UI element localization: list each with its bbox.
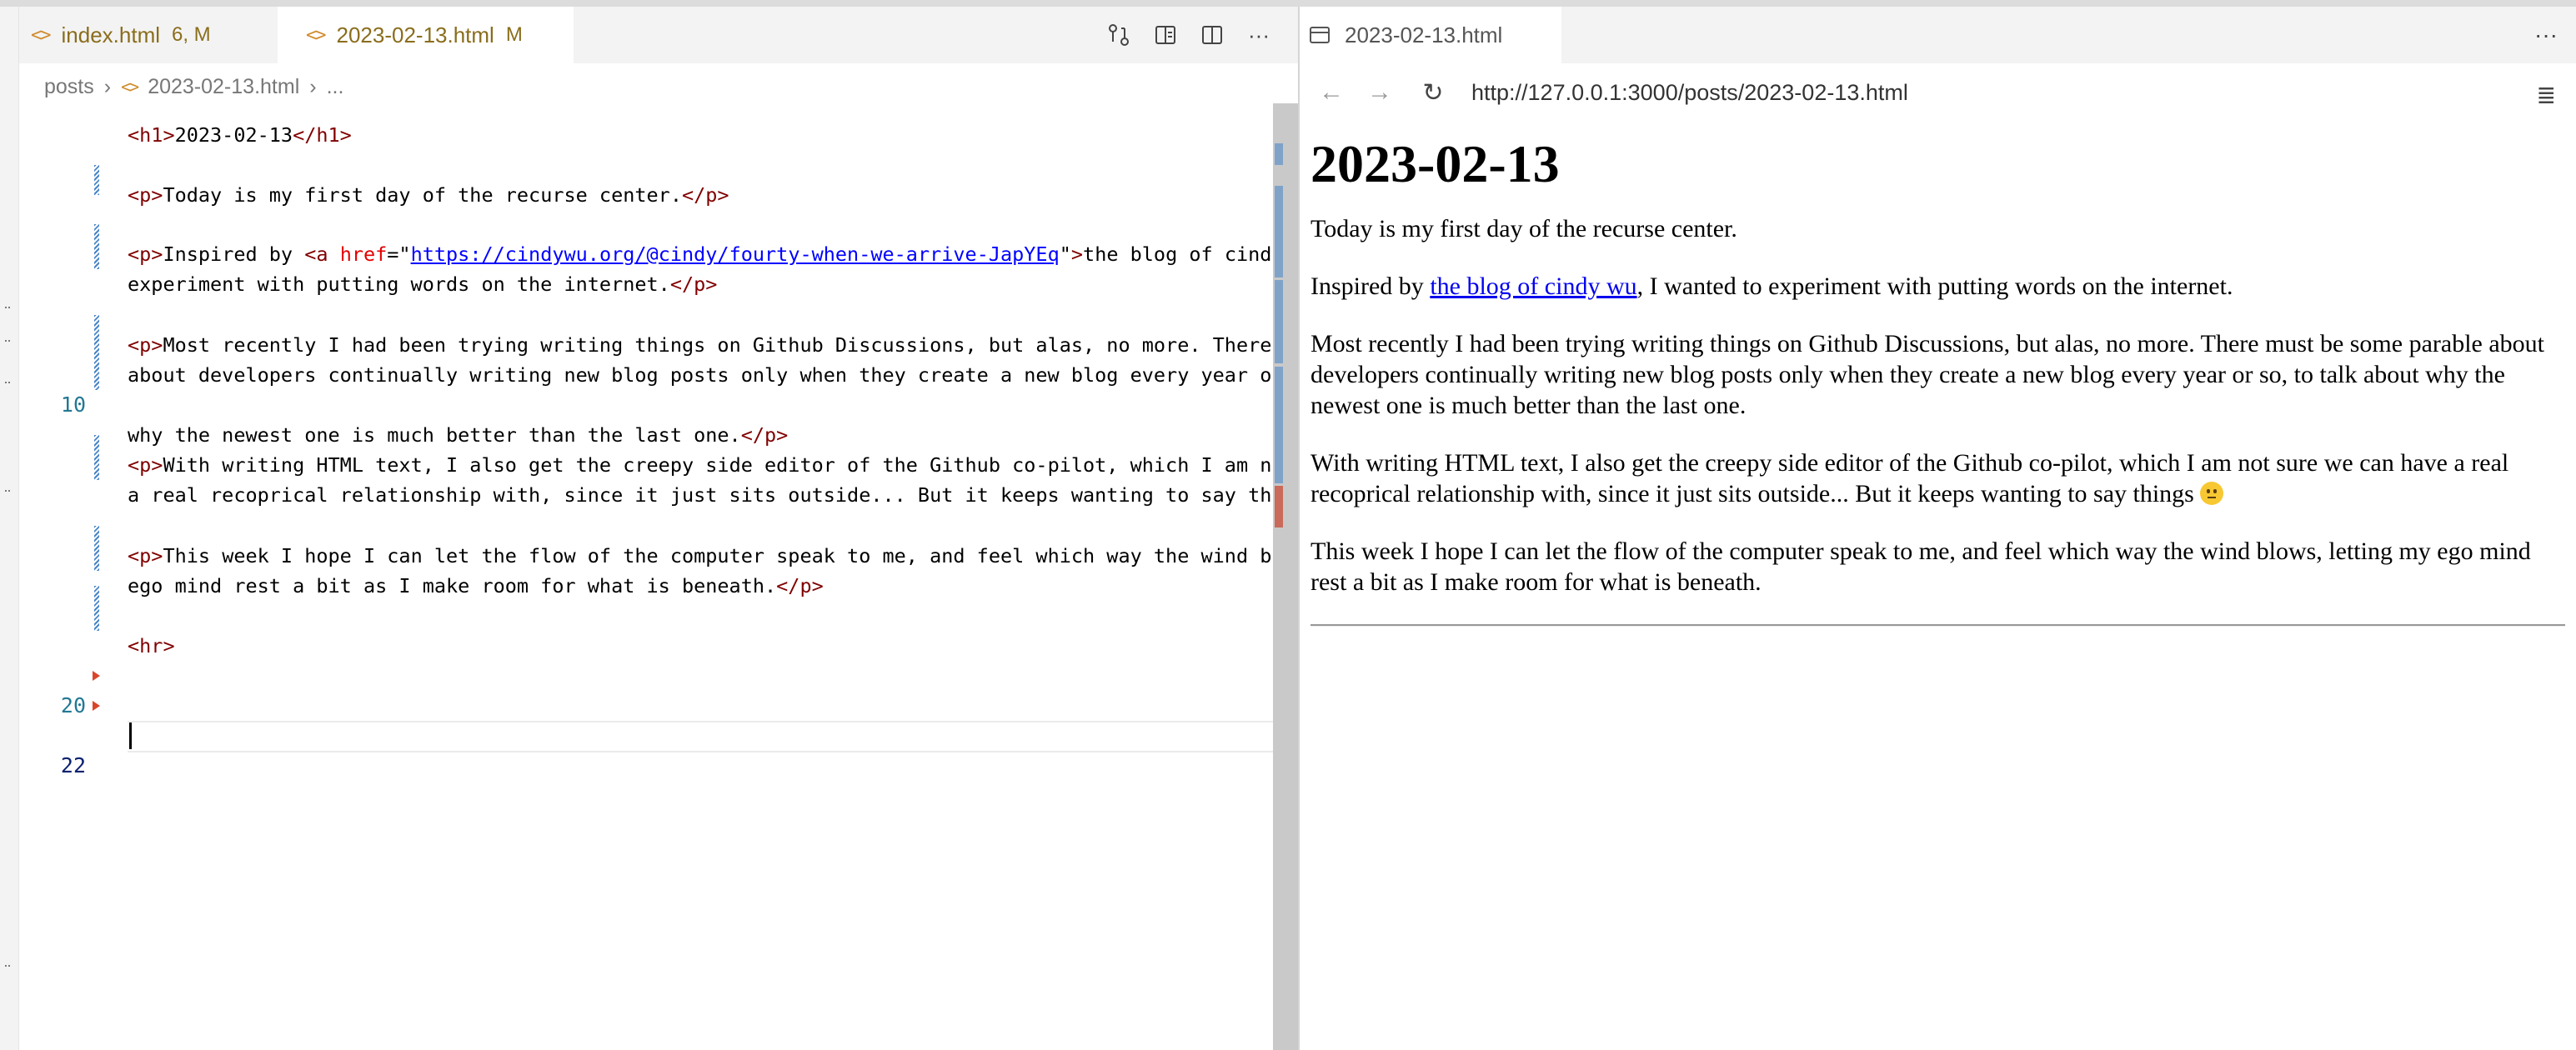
address-bar[interactable]: http://127.0.0.1:3000/posts/2023-02-13.h… <box>1471 80 1908 106</box>
code-line: <p>Today is my first day of the recurse … <box>128 183 729 207</box>
paragraph: Most recently I had been trying writing … <box>1311 330 2545 419</box>
tab-preview[interactable]: 2023-02-13.html <box>1300 7 1561 63</box>
code-line: <p>With writing HTML text, I also get th… <box>128 453 1272 477</box>
browser-preview-pane: 2023-02-13.html ··· ← → ↻ http://127.0.0… <box>1298 7 2576 1050</box>
refresh-icon[interactable]: ↻ <box>1416 76 1450 109</box>
modified-line-marker <box>94 586 99 631</box>
line-number: 20 <box>60 693 86 718</box>
tab-status: M <box>505 23 523 46</box>
code-line: <p>Inspired by <a href="https://cindywu.… <box>128 242 1272 266</box>
editor-tab-bar: <> index.html 6, M <> 2023-02-13.html M … <box>19 7 1298 63</box>
modified-line-marker <box>94 224 99 269</box>
modified-line-marker <box>94 315 99 390</box>
activity-gutter <box>0 7 19 1050</box>
code-line: <hr> <box>128 634 175 658</box>
forward-icon[interactable]: → <box>1363 76 1396 109</box>
tab-label: 2023-02-13.html <box>1345 22 1503 48</box>
html-file-icon: <> <box>306 24 326 46</box>
browser-preview-icon <box>1310 27 1330 43</box>
line-number: 22 <box>60 753 86 778</box>
gutter-marker <box>5 490 10 494</box>
modified-line-marker <box>94 435 99 480</box>
paragraph-text: , I wanted to experiment with putting wo… <box>1636 272 2233 300</box>
code-line: experiment with putting words on the int… <box>128 272 718 296</box>
tab-status: 6, M <box>172 23 211 46</box>
code-line: ego mind rest a bit as I make room for w… <box>128 574 824 598</box>
back-icon[interactable]: ← <box>1315 76 1348 109</box>
scroll-change-marker <box>1275 280 1283 363</box>
tab-index-html[interactable]: <> index.html 6, M <box>19 7 269 63</box>
code-line-current[interactable]: 22 <box>19 721 1298 778</box>
preview-tab-bar: 2023-02-13.html ··· <box>1300 7 2576 63</box>
code-line: <h1>2023-02-13</h1> <box>128 123 352 147</box>
source-control-compare-icon[interactable] <box>1105 21 1133 49</box>
text-cursor <box>129 722 132 749</box>
deleted-line-marker <box>93 701 100 711</box>
open-preview-icon[interactable] <box>1151 21 1180 49</box>
gutter-marker <box>5 382 10 386</box>
blog-link[interactable]: the blog of cindy wu <box>1430 272 1636 300</box>
code-editor-pane: <> index.html 6, M <> 2023-02-13.html M … <box>19 7 1298 1050</box>
deleted-line-marker <box>93 671 100 681</box>
code-line: about developers continually writing new… <box>128 363 1272 387</box>
more-actions-icon[interactable]: ··· <box>1245 21 1273 49</box>
editor-actions: ··· <box>1105 7 1273 63</box>
gutter-marker <box>5 307 10 311</box>
code-line: 10 why the newest one is much better tha… <box>19 360 1298 447</box>
line-number: 10 <box>60 392 86 417</box>
browser-nav-bar: ← → ↻ http://127.0.0.1:3000/posts/2023-0… <box>1300 63 2576 122</box>
window-top-strip <box>0 0 2576 7</box>
split-editor-icon[interactable] <box>1198 21 1226 49</box>
tab-2023-02-13-html[interactable]: <> 2023-02-13.html M <box>278 7 574 63</box>
gutter-marker <box>5 965 10 969</box>
rendered-page: 2023-02-13 Today is my first day of the … <box>1311 132 2565 627</box>
paragraph: With writing HTML text, I also get the c… <box>1311 448 2565 509</box>
code-line: a real recoprical relationship with, sin… <box>128 483 1272 507</box>
tab-label: 2023-02-13.html <box>336 22 494 48</box>
paragraph-text: Inspired by <box>1311 272 1431 300</box>
gutter-marker <box>5 340 10 344</box>
tab-label: index.html <box>61 22 161 48</box>
scroll-change-marker <box>1275 143 1283 165</box>
smiling-face-emoji-icon <box>2200 482 2224 505</box>
scroll-change-marker <box>1275 486 1283 528</box>
paragraph: This week I hope I can let the flow of t… <box>1311 538 2531 596</box>
horizontal-rule <box>1311 624 2565 627</box>
more-actions-icon[interactable]: ··· <box>2534 7 2558 63</box>
paragraph: Today is my first day of the recurse cen… <box>1311 215 1737 242</box>
scroll-change-marker <box>1275 367 1283 483</box>
code-line: <p>This week I hope I can let the flow o… <box>128 544 1272 568</box>
code-line: <p>Most recently I had been trying writi… <box>128 333 1272 357</box>
modified-line-marker <box>94 526 99 571</box>
html-file-icon: <> <box>31 24 51 46</box>
code-line: 20 <box>19 661 1298 718</box>
paragraph-text: With writing HTML text, I also get the c… <box>1311 449 2509 508</box>
modified-line-marker <box>94 165 99 195</box>
page-heading: 2023-02-13 <box>1311 134 1560 193</box>
scroll-change-marker <box>1275 186 1283 278</box>
paragraph: Inspired by the blog of cindy wu, I want… <box>1311 271 2565 302</box>
menu-icon[interactable]: ≣ <box>2537 82 2556 109</box>
